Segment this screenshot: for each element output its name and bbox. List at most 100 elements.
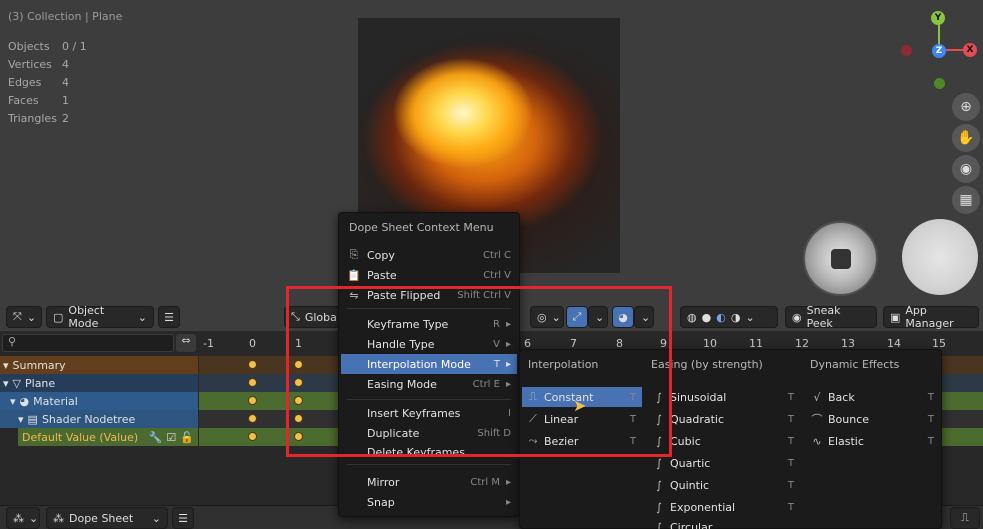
editor-type-button[interactable]: ⤧ ⌄ [6,306,42,328]
pan-hand-icon[interactable]: ✋ [952,124,980,152]
option-label: Quintic [670,478,710,492]
y-axis-icon[interactable]: Y [931,11,945,25]
swap-icon[interactable]: ⇔ [176,334,196,352]
menu-item-label: Paste [367,268,397,282]
z-axis-icon[interactable]: Z [932,44,946,58]
stat-label: Faces [8,94,39,107]
channel-label: Summary [12,358,66,372]
menu-item-copy[interactable]: ⎘ Copy Ctrl C [341,245,517,265]
channel-shader-nodetree[interactable]: ▾ ▤ Shader Nodetree [0,410,198,428]
keyframe[interactable] [248,432,257,441]
shortcut: T [787,435,794,447]
option-label: Quadratic [670,412,725,426]
chevron-down-icon: ⌄ [745,310,755,324]
option-back[interactable]: √ Back T [806,387,940,407]
hamburger-icon: ☰ [164,310,174,324]
channel-summary[interactable]: ▾ Summary [0,356,198,374]
material-shading-icon[interactable]: ◐ [716,311,726,324]
sneak-peek-preview[interactable] [803,221,878,296]
back-effect-icon: √ [813,390,821,404]
wireframe-shading-icon[interactable]: ◍ [687,311,697,324]
stat-label: Edges [8,76,42,89]
circular-easing-icon: ∫ [656,521,662,529]
keyframe[interactable] [248,396,257,405]
channel-material[interactable]: ▾ ◕ Material [0,392,198,410]
channel-search-input[interactable]: ⚲ [2,334,174,352]
keyframe[interactable] [248,378,257,387]
hamburger-icon: ☰ [178,511,188,525]
stat-label: Vertices [8,58,52,71]
expand-arrow-icon[interactable]: ▾ [3,377,9,390]
stat-label: Triangles [8,112,57,125]
scene-statistics: Objects 0 / 1 Vertices 4 Edges 4 Faces 1 Tri… [8,38,87,128]
option-bounce[interactable]: ⌒ Bounce T [806,409,940,429]
neg-y-axis-icon[interactable] [934,78,945,89]
option-label: Circular [670,521,713,529]
channel-label: Plane [25,376,56,390]
mode-label: Object Mode [68,304,105,330]
expand-arrow-icon[interactable]: ▾ [10,395,16,408]
shortcut: Ctrl V [483,269,511,281]
shortcut: T [927,435,934,447]
menu-item-paste[interactable]: 📋 Paste Ctrl V [341,265,517,285]
option-label: Exponential [670,500,736,514]
keyframe[interactable] [248,414,257,423]
expand-arrow-icon[interactable]: ▾ [3,359,9,372]
option-label: Back [828,390,855,404]
transform-icon: ⤧ [13,310,22,323]
editor-type-button[interactable]: ⁂ ⌄ [6,507,40,529]
menu-hamburger-button[interactable]: ☰ [158,306,180,328]
channel-default-value[interactable]: Default Value (Value) 🔧 ☑ 🔓 [18,428,198,446]
option-exponential[interactable]: ∫ Exponential T [648,497,800,517]
option-label: Cubic [670,434,701,448]
editor-label: Dope Sheet [69,511,134,525]
material-preview-ball [902,219,978,295]
zoom-icon[interactable]: ⊕ [952,93,980,121]
submenu-arrow-icon: ▸ [505,496,511,508]
shortcut: T [787,479,794,491]
dope-sheet-icon: ⁂ [13,511,24,525]
app-manager-button[interactable]: ▣ App Manager [883,304,979,330]
camera-icon[interactable]: ◉ [952,155,980,183]
quintic-easing-icon: ∫ [656,478,662,492]
option-circular[interactable]: ∫ Circular [648,519,800,529]
option-quintic[interactable]: ∫ Quintic T [648,475,800,495]
shortcut: Ctrl C [483,249,511,261]
node-tree-icon: ▤ [27,412,38,426]
perspective-grid-icon[interactable]: ▦ [952,186,980,214]
menu-item-label: Snap [367,495,395,509]
checkbox-icon[interactable]: ☑ [166,431,176,444]
option-label: Quartic [670,456,711,470]
mode-dropdown[interactable]: ▢ Object Mode ⌄ [46,304,154,330]
shortcut: T [927,391,934,403]
search-icon: ⚲ [8,335,17,348]
menu-item-snap[interactable]: Snap ▸ [341,492,517,512]
mesh-object-icon: ▽ [12,376,21,390]
expand-arrow-icon[interactable]: ▾ [18,413,24,426]
dope-sheet-mode-dropdown[interactable]: ⁂ Dope Sheet ⌄ [46,507,168,529]
elastic-effect-icon: ∿ [812,434,822,448]
sneak-peek-button[interactable]: ◉ Sneak Peek [785,304,877,330]
chevron-down-icon: ⌄ [29,511,39,525]
wrench-icon[interactable]: 🔧 [149,431,163,444]
solid-shading-icon[interactable]: ● [702,311,712,324]
stat-value: 2 [62,112,69,125]
dope-sheet-icon: ⁂ [53,511,64,525]
material-icon: ◕ [19,394,30,408]
keyframe[interactable] [248,360,257,369]
menu-item-mirror[interactable]: Mirror Ctrl M ▸ [341,472,517,492]
shading-buttons[interactable]: ◍ ● ◐ ◑ ⌄ [680,306,778,328]
menu-hamburger-button[interactable]: ☰ [172,507,194,529]
x-axis-icon[interactable]: X [963,43,977,57]
option-label: Bounce [828,412,870,426]
lock-icon[interactable]: 🔓 [180,431,198,444]
neg-x-axis-icon[interactable] [901,45,912,56]
blender-window: (3) Collection | Plane Objects 0 / 1 Vert… [0,0,983,529]
channel-plane[interactable]: ▾ ▽ Plane [0,374,198,392]
menu-separator [347,464,511,465]
option-elastic[interactable]: ∿ Elastic T [806,431,940,451]
stat-value: 1 [62,94,69,107]
interpolation-icon[interactable]: ⎍ [950,507,980,529]
rendered-shading-icon[interactable]: ◑ [731,311,741,324]
quartic-easing-icon: ∫ [656,456,662,470]
